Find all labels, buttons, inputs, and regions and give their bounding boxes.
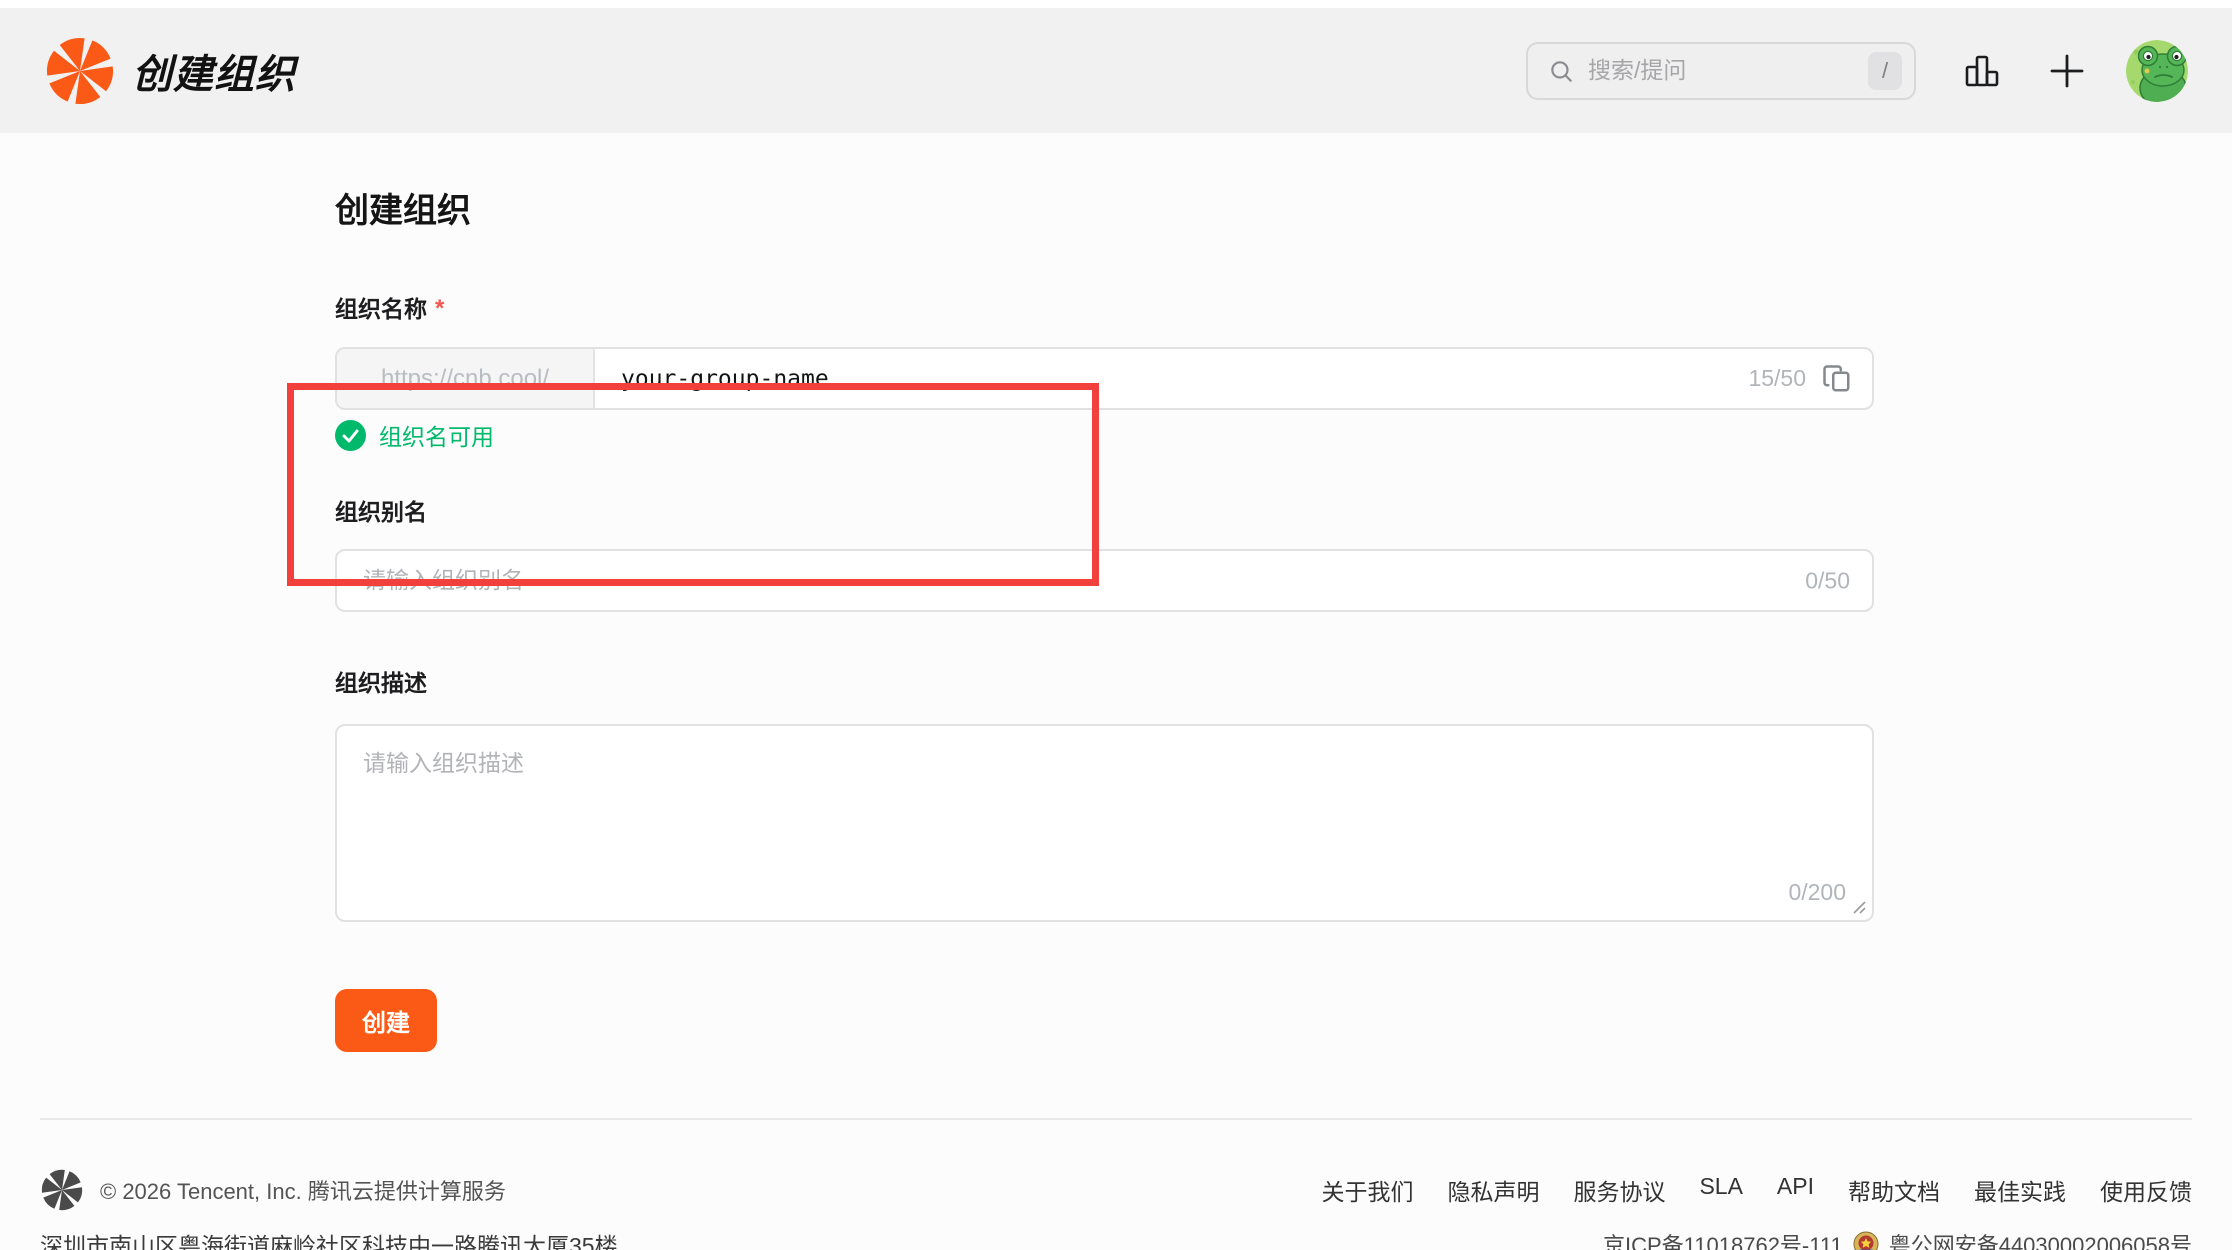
org-desc-label: 组织描述 (335, 667, 1874, 699)
create-new-button[interactable] (2048, 52, 2086, 90)
required-asterisk: * (435, 293, 444, 325)
insights-button[interactable] (1962, 51, 2002, 91)
org-name-status: 组织名可用 (335, 419, 1874, 451)
search-icon (1548, 58, 1574, 84)
footer-link-feedback[interactable]: 使用反馈 (2100, 1173, 2192, 1207)
org-alias-input[interactable] (335, 549, 1874, 612)
app-header: 创建组织 / (0, 8, 2232, 133)
footer-link-terms[interactable]: 服务协议 (1573, 1173, 1665, 1207)
create-button[interactable]: 创建 (335, 989, 437, 1052)
footer-link-api[interactable]: API (1777, 1173, 1814, 1207)
check-circle-icon (335, 420, 366, 451)
icp-record-link[interactable]: 京ICP备11018762号-111 (1603, 1228, 1843, 1250)
footer-link-best-practice[interactable]: 最佳实践 (1974, 1173, 2066, 1207)
footer-link-about[interactable]: 关于我们 (1321, 1173, 1413, 1207)
footer-link-privacy[interactable]: 隐私声明 (1447, 1173, 1539, 1207)
company-address: 深圳市南山区粤海街道麻岭社区科技中一路腾讯大厦35楼 (40, 1227, 618, 1250)
search-box[interactable]: / (1526, 42, 1916, 100)
app-title: 创建组织 (132, 42, 296, 100)
org-desc-field: 0/200 (335, 724, 1874, 922)
org-alias-counter: 0/50 (1805, 567, 1850, 594)
org-desc-counter: 0/200 (1788, 879, 1846, 906)
org-name-status-text: 组织名可用 (379, 418, 494, 452)
plus-icon (2048, 52, 2086, 90)
bar-chart-icon (1962, 51, 2002, 91)
org-alias-label: 组织别名 (335, 496, 1874, 528)
search-shortcut-badge: / (1868, 52, 1902, 90)
org-name-input[interactable] (595, 349, 1748, 408)
footer-link-sla[interactable]: SLA (1699, 1173, 1742, 1207)
window-top-strip (0, 0, 2232, 8)
footer-links: 关于我们 隐私声明 服务协议 SLA API 帮助文档 最佳实践 使用反馈 (1321, 1173, 2192, 1207)
org-desc-textarea[interactable] (337, 726, 1872, 920)
copy-icon (1822, 364, 1852, 394)
org-name-field: https://cnb.cool/ 15/50 (335, 347, 1874, 410)
url-prefix: https://cnb.cool/ (337, 349, 595, 408)
page-title: 创建组织 (335, 133, 1874, 233)
copy-button[interactable] (1822, 364, 1852, 394)
org-name-counter: 15/50 (1748, 365, 1806, 392)
search-input[interactable] (1588, 57, 1868, 84)
security-record-link[interactable]: 粤公网安备44030002006058号 (1889, 1228, 2192, 1250)
footer-logo-icon (40, 1168, 84, 1212)
cnb-logo-icon[interactable] (44, 35, 116, 107)
resize-grip[interactable] (1851, 899, 1867, 915)
frog-avatar-image (2126, 40, 2188, 102)
police-badge-icon (1853, 1231, 1879, 1250)
footer-link-docs[interactable]: 帮助文档 (1848, 1173, 1940, 1207)
user-avatar[interactable] (2126, 40, 2188, 102)
page-footer: © 2026 Tencent, Inc. 腾讯云提供计算服务 关于我们 隐私声明… (40, 1118, 2192, 1250)
copyright-text: © 2026 Tencent, Inc. 腾讯云提供计算服务 (100, 1174, 506, 1206)
org-name-label: 组织名称 * (335, 293, 1874, 325)
org-alias-field: 0/50 (335, 549, 1874, 612)
main-content: 创建组织 组织名称 * https://cnb.cool/ 15/50 组织名可… (0, 133, 2232, 1052)
